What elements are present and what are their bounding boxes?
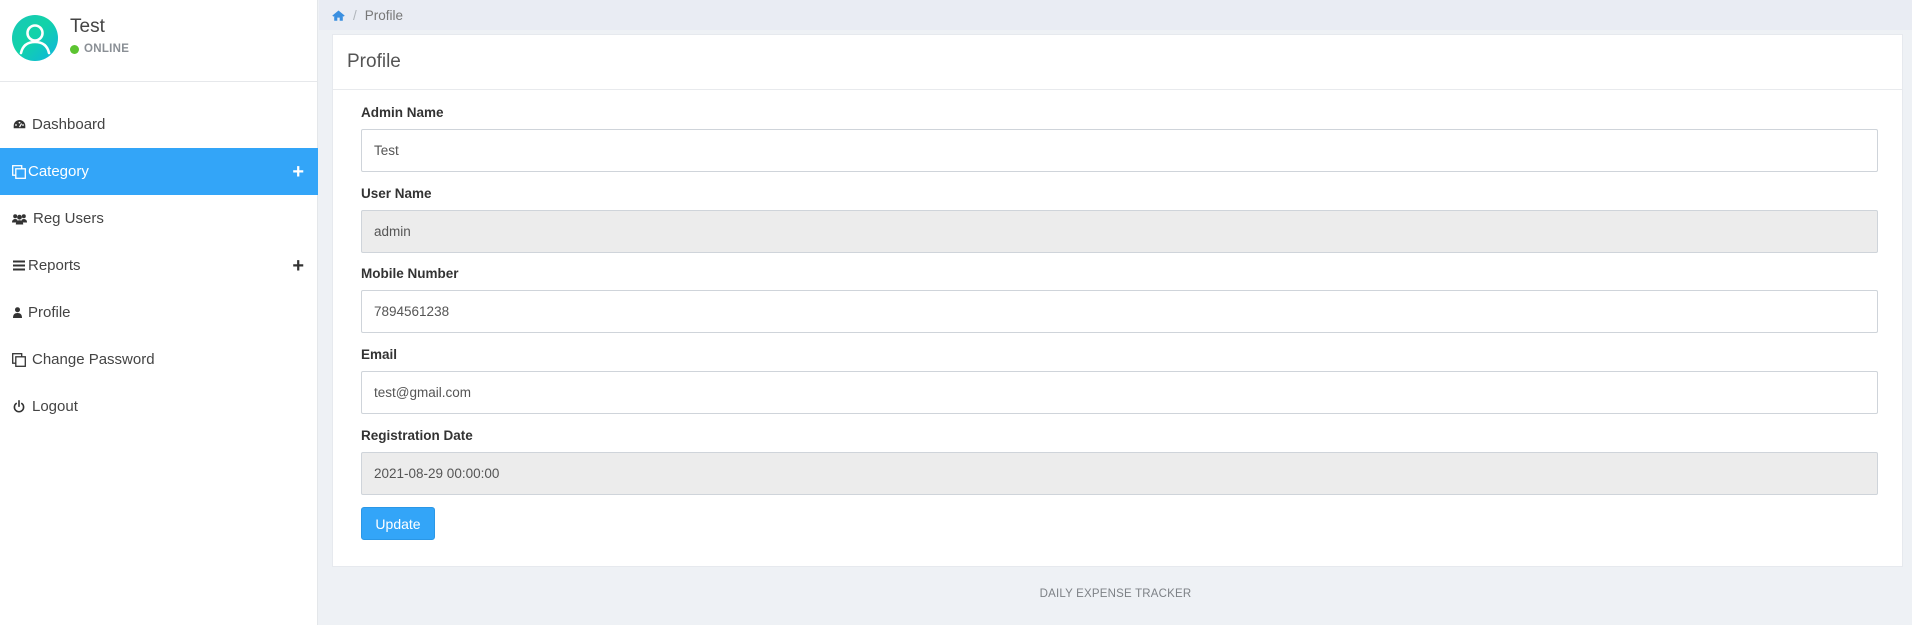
breadcrumb-current: Profile xyxy=(364,7,404,23)
user-avatar-icon xyxy=(19,24,51,55)
sidebar-item-reports[interactable]: Reports + xyxy=(0,242,318,289)
user-name-input[interactable] xyxy=(361,210,1878,253)
users-icon xyxy=(12,212,27,226)
profile-panel: Profile Admin Name User Name Mobile Numb… xyxy=(332,34,1903,567)
app-root: Test ONLINE Dashboard Category + Reg Use… xyxy=(0,0,1912,625)
mobile-number-label: Mobile Number xyxy=(361,266,459,281)
expand-plus-icon[interactable]: + xyxy=(292,162,304,182)
admin-name-label: Admin Name xyxy=(361,105,444,120)
user-status-text: ONLINE xyxy=(84,43,130,55)
sidebar-item-label: Category xyxy=(28,163,89,180)
sidebar-item-logout[interactable]: Logout xyxy=(0,383,318,430)
power-icon xyxy=(12,400,26,414)
sidebar-item-label: Dashboard xyxy=(32,116,106,133)
user-icon xyxy=(12,306,22,320)
sidebar-item-profile[interactable]: Profile xyxy=(0,289,318,336)
email-input[interactable] xyxy=(361,371,1878,414)
update-button[interactable]: Update xyxy=(361,507,435,540)
copy-icon xyxy=(12,164,26,179)
admin-name-input[interactable] xyxy=(361,129,1878,172)
user-name: Test xyxy=(70,16,105,37)
home-icon[interactable] xyxy=(332,10,345,21)
breadcrumb: / Profile xyxy=(319,0,1912,30)
mobile-number-input[interactable] xyxy=(361,290,1878,333)
list-icon xyxy=(12,259,26,273)
sidebar-item-change-password[interactable]: Change Password xyxy=(0,336,318,383)
online-status-icon xyxy=(70,44,79,54)
dashboard-icon xyxy=(12,118,26,132)
sidebar-item-dashboard[interactable]: Dashboard xyxy=(0,101,318,148)
sidebar-item-reg-users[interactable]: Reg Users xyxy=(0,195,318,242)
sidebar: Test ONLINE Dashboard Category + Reg Use… xyxy=(0,0,318,625)
avatar xyxy=(12,15,58,61)
sidebar-item-category[interactable]: Category + xyxy=(0,148,318,195)
sidebar-item-label: Reg Users xyxy=(33,210,104,227)
email-label: Email xyxy=(361,347,398,362)
sidebar-item-label: Logout xyxy=(32,398,78,415)
user-panel: Test ONLINE xyxy=(0,0,317,82)
copy-icon xyxy=(12,352,26,367)
registration-date-label: Registration Date xyxy=(361,428,473,443)
registration-date-input[interactable] xyxy=(361,452,1878,495)
footer-text: DAILY EXPENSE TRACKER xyxy=(1039,588,1192,600)
sidebar-item-label: Change Password xyxy=(32,351,155,368)
page-title: Profile xyxy=(333,35,1902,90)
sidebar-item-label: Profile xyxy=(28,304,71,321)
sidebar-item-label: Reports xyxy=(28,257,81,274)
breadcrumb-separator: / xyxy=(353,7,357,23)
user-status: ONLINE xyxy=(70,43,129,55)
expand-plus-icon[interactable]: + xyxy=(292,256,304,276)
user-name-label: User Name xyxy=(361,186,432,201)
